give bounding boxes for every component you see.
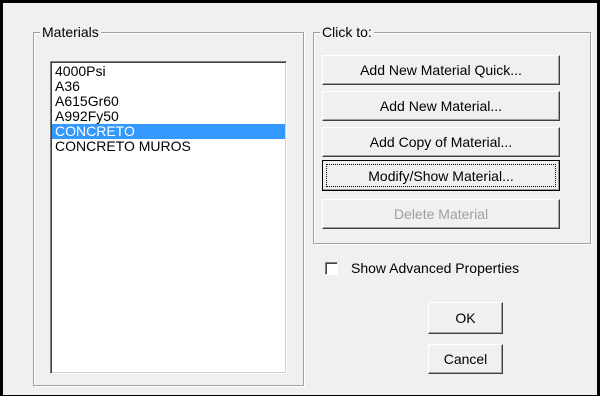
material-item-a992fy50[interactable]: A992Fy50 bbox=[52, 109, 285, 124]
add-copy-of-material-button[interactable]: Add Copy of Material... bbox=[322, 127, 560, 157]
add-new-material-label: Add New Material... bbox=[379, 98, 503, 114]
material-item-4000psi[interactable]: 4000Psi bbox=[52, 64, 285, 79]
delete-material-button[interactable]: Delete Material bbox=[322, 199, 560, 229]
modify-show-material-button[interactable]: Modify/Show Material... bbox=[322, 160, 560, 191]
show-advanced-properties-row[interactable]: Show Advanced Properties bbox=[325, 260, 519, 276]
show-advanced-properties-checkbox[interactable] bbox=[325, 261, 338, 275]
modify-show-material-label: Modify/Show Material... bbox=[368, 167, 514, 184]
click-to-group-caption: Click to: bbox=[320, 24, 374, 40]
add-new-material-quick-button[interactable]: Add New Material Quick... bbox=[322, 55, 560, 85]
materials-listbox[interactable]: 4000Psi A36 A615Gr60 A992Fy50 CONCRETO C… bbox=[50, 61, 287, 374]
material-item-concreto[interactable]: CONCRETO bbox=[52, 124, 285, 139]
materials-groupbox: Materials 4000Psi A36 A615Gr60 A992Fy50 … bbox=[33, 24, 304, 386]
materials-dialog: Materials 4000Psi A36 A615Gr60 A992Fy50 … bbox=[0, 0, 600, 396]
material-item-concreto-muros[interactable]: CONCRETO MUROS bbox=[52, 139, 285, 154]
cancel-button[interactable]: Cancel bbox=[428, 344, 503, 374]
cancel-label: Cancel bbox=[443, 351, 488, 367]
add-copy-of-material-label: Add Copy of Material... bbox=[369, 134, 513, 150]
add-new-material-button[interactable]: Add New Material... bbox=[322, 91, 560, 121]
click-to-groupbox: Click to: Add New Material Quick... Add … bbox=[313, 24, 591, 244]
add-new-material-quick-label: Add New Material Quick... bbox=[360, 62, 522, 78]
ok-label: OK bbox=[455, 310, 476, 326]
show-advanced-properties-label: Show Advanced Properties bbox=[351, 260, 520, 276]
ok-button[interactable]: OK bbox=[428, 302, 503, 334]
materials-group-caption: Materials bbox=[40, 24, 101, 40]
delete-material-label: Delete Material bbox=[393, 206, 489, 222]
material-item-a615gr60[interactable]: A615Gr60 bbox=[52, 94, 285, 109]
material-item-a36[interactable]: A36 bbox=[52, 79, 285, 94]
